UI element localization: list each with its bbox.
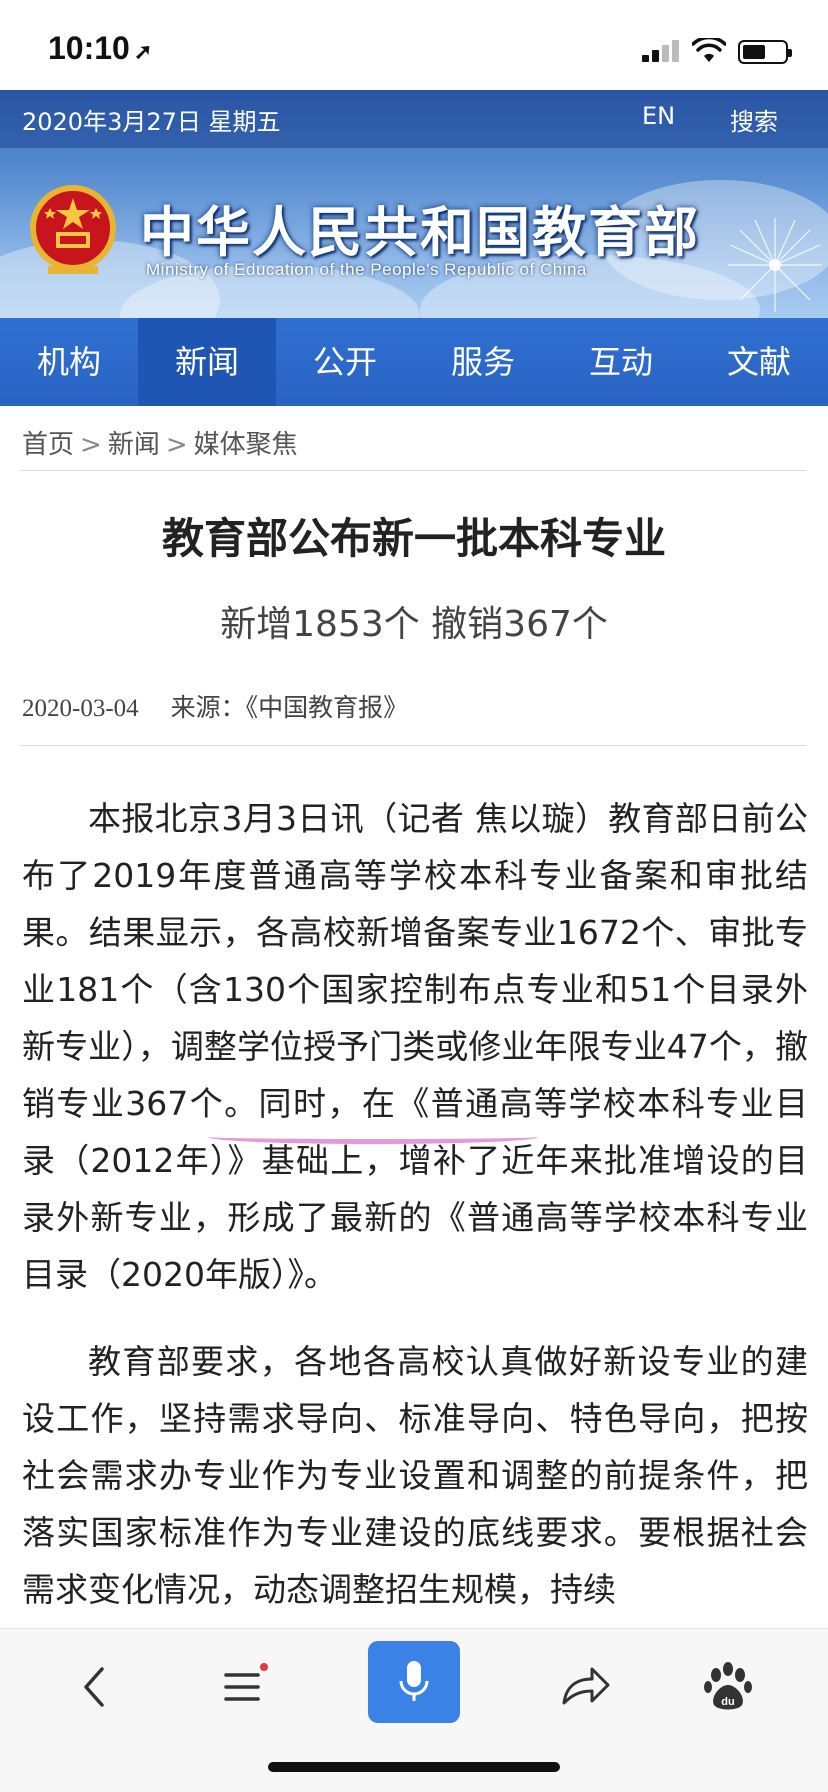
breadcrumb-home[interactable]: 首页 bbox=[22, 430, 74, 460]
highlight-underline bbox=[208, 1130, 538, 1144]
header-date: 2020年3月27日 星期五 bbox=[22, 108, 281, 136]
language-switch-link[interactable]: EN bbox=[642, 102, 675, 130]
breadcrumb-media-focus[interactable]: 媒体聚焦 bbox=[194, 430, 298, 460]
article-body: 本报北京3月3日讯（记者 焦以璇）教育部日前公布了2019年度普通高等学校本科专… bbox=[22, 790, 808, 1648]
search-link[interactable]: 搜索 bbox=[730, 102, 778, 137]
nav-item-news[interactable]: 新闻 bbox=[138, 318, 276, 406]
article-paragraph: 教育部要求，各地各高校认真做好新设专业的建设工作，坚持需求导向、标准导向、特色导… bbox=[22, 1342, 808, 1609]
dandelion-decoration-icon bbox=[728, 218, 822, 312]
menu-icon[interactable] bbox=[214, 1657, 274, 1717]
status-indicators bbox=[642, 38, 792, 64]
site-title: 中华人民共和国教育部 bbox=[140, 201, 700, 264]
baidu-paw-icon[interactable]: du bbox=[698, 1657, 758, 1717]
microphone-icon bbox=[399, 1661, 429, 1701]
battery-icon bbox=[738, 40, 792, 64]
article-meta: 2020-03-04 来源：《中国教育报》 bbox=[22, 688, 408, 724]
main-nav: 机构 新闻 公开 服务 互动 文献 bbox=[0, 318, 828, 406]
national-emblem-icon bbox=[30, 185, 116, 274]
breadcrumb-divider bbox=[20, 470, 806, 471]
nav-item-documents[interactable]: 文献 bbox=[690, 318, 828, 406]
nav-item-institutions[interactable]: 机构 bbox=[0, 318, 138, 406]
cellular-signal-icon bbox=[642, 40, 680, 62]
breadcrumb-news[interactable]: 新闻 bbox=[108, 430, 160, 460]
breadcrumb: 首页 > 新闻 > 媒体聚焦 bbox=[22, 424, 298, 461]
wifi-icon bbox=[692, 38, 726, 62]
breadcrumb-separator: > bbox=[80, 430, 102, 460]
breadcrumb-separator: > bbox=[165, 430, 188, 460]
header-topline: 2020年3月27日 星期五 EN 搜索 bbox=[0, 90, 828, 148]
status-bar: 10:10 ➚ bbox=[0, 0, 828, 90]
meta-divider bbox=[20, 745, 806, 746]
location-arrow-icon: ➚ bbox=[133, 39, 153, 64]
clock-text: 10:10 bbox=[48, 30, 130, 66]
nav-item-interaction[interactable]: 互动 bbox=[552, 318, 690, 406]
article-paragraph: 本报北京3月3日讯（记者 焦以璇）教育部日前公布了2019年度普通高等学校本科专… bbox=[22, 799, 808, 1294]
article-date: 2020-03-04 bbox=[22, 695, 139, 722]
voice-search-button[interactable] bbox=[368, 1641, 460, 1723]
nav-item-public[interactable]: 公开 bbox=[276, 318, 414, 406]
article-title: 教育部公布新一批本科专业 bbox=[161, 514, 666, 563]
article-subtitle: 新增1853个 撤销367个 bbox=[220, 604, 608, 645]
home-indicator[interactable] bbox=[268, 1762, 560, 1772]
site-header: 2020年3月27日 星期五 EN 搜索 中华人民共和国教育部 Ministry… bbox=[0, 90, 828, 318]
back-chevron-icon[interactable] bbox=[66, 1657, 126, 1717]
site-subtitle: Ministry of Education of the People's Re… bbox=[146, 260, 587, 279]
nav-item-services[interactable]: 服务 bbox=[414, 318, 552, 406]
share-icon[interactable] bbox=[554, 1657, 614, 1717]
svg-text:du: du bbox=[721, 1696, 734, 1708]
status-time: 10:10 ➚ bbox=[48, 30, 152, 67]
article-source: 来源：《中国教育报》 bbox=[170, 693, 409, 722]
